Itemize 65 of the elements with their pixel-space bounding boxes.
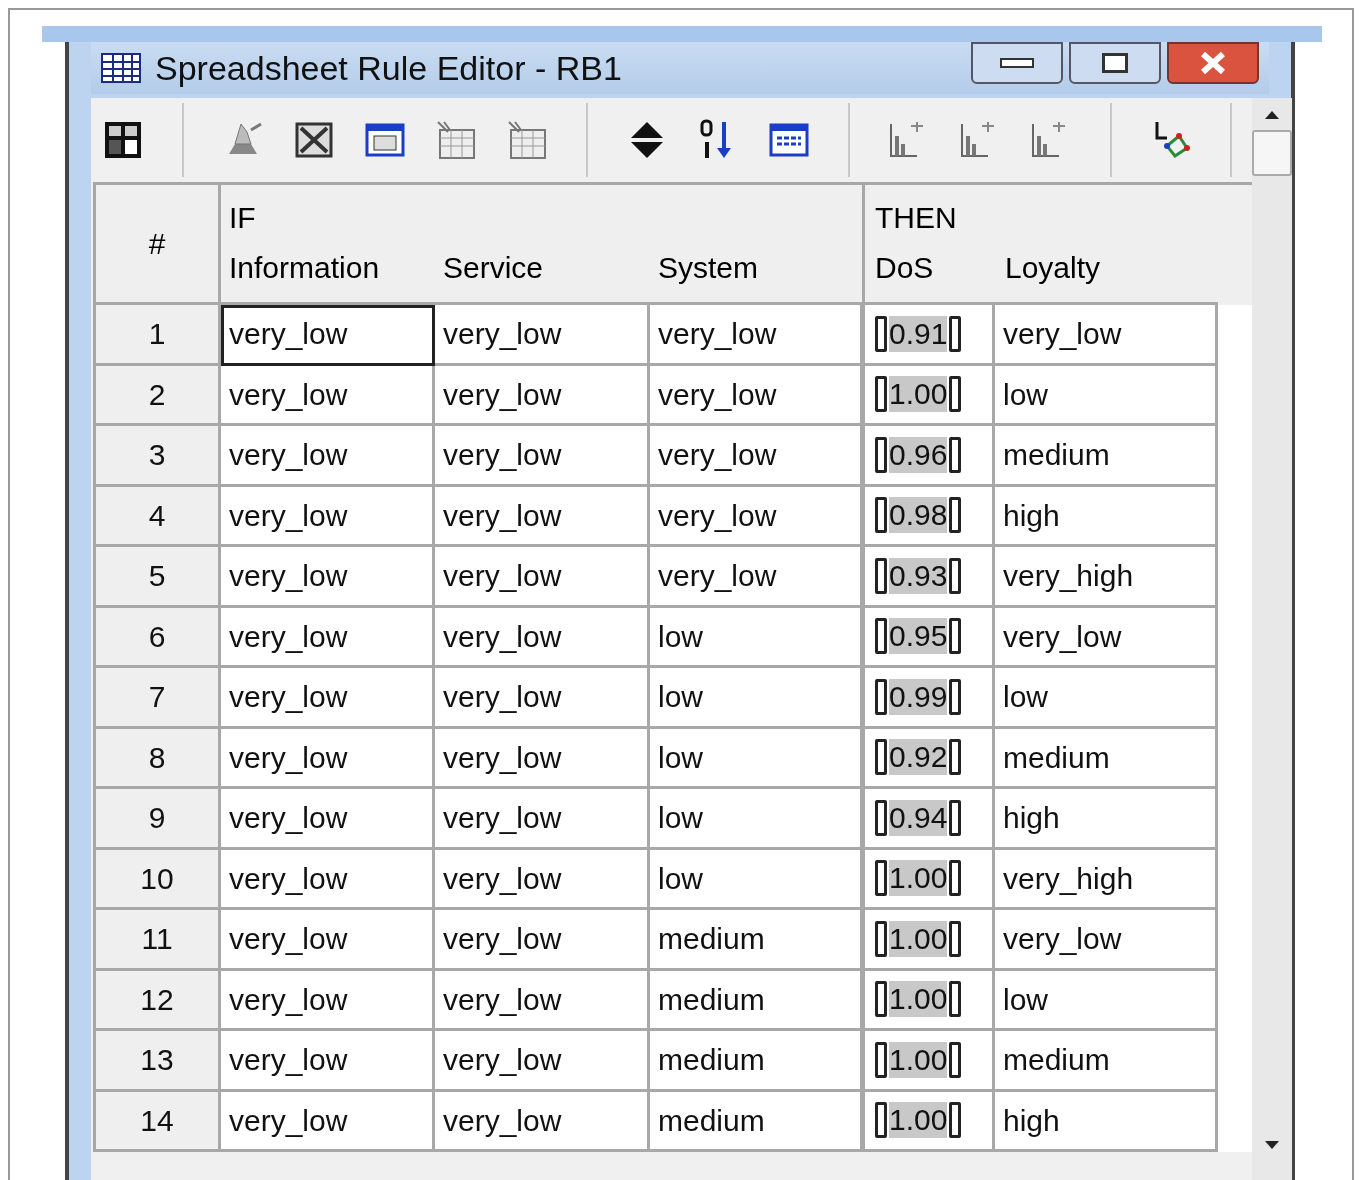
box-glyph-icon [949, 920, 962, 957]
row-number: 13 [96, 1031, 221, 1092]
dos-value[interactable]: 0.99 [889, 678, 948, 715]
row-number: 11 [96, 910, 221, 971]
box-glyph-icon [949, 799, 962, 836]
dos-value[interactable]: 1.00 [889, 920, 948, 957]
box-glyph-icon [949, 678, 962, 715]
table-cell[interactable]: very_low [221, 1091, 435, 1152]
box-glyph-icon [949, 557, 962, 594]
table-cell[interactable]: very_low [435, 1091, 650, 1152]
row-number: 2 [96, 365, 221, 426]
dos-value[interactable]: 0.91 [889, 315, 948, 352]
row-number: 12 [96, 970, 221, 1031]
dos-value[interactable]: 0.96 [889, 436, 948, 473]
box-glyph-icon [949, 618, 962, 655]
row-number: 8 [96, 728, 221, 789]
group-header: IF [228, 200, 257, 236]
table-cell[interactable]: medium [650, 1091, 865, 1152]
box-glyph-icon [949, 981, 962, 1018]
maximize-button[interactable] [1069, 42, 1161, 84]
window-title: Spreadsheet Rule Editor - RB1 [155, 47, 622, 89]
table-icon[interactable] [434, 118, 478, 162]
row-number: 10 [96, 849, 221, 910]
row-number: 5 [96, 547, 221, 608]
table-cell[interactable]: very_low [221, 305, 435, 366]
box-glyph-icon [949, 436, 962, 473]
box-glyph-icon [949, 376, 962, 413]
dos-value[interactable]: 0.94 [889, 799, 948, 836]
column-header: System [657, 250, 760, 286]
row-number: 3 [96, 426, 221, 487]
scroll-thumb[interactable] [1252, 130, 1292, 176]
row-number: 9 [96, 789, 221, 850]
minimize-button[interactable] [971, 42, 1063, 84]
row-number: 6 [96, 607, 221, 668]
column-header: # [148, 226, 166, 262]
close-button[interactable] [1167, 42, 1259, 84]
box-glyph-icon [949, 497, 962, 534]
dos-value[interactable]: 0.93 [889, 557, 948, 594]
row-number: 14 [96, 1091, 221, 1152]
dos-value[interactable]: 0.98 [889, 497, 948, 534]
table-icon[interactable] [505, 118, 549, 162]
dos-value[interactable]: 1.00 [889, 1102, 948, 1139]
column-header: Service [442, 250, 545, 286]
spreadsheet-icon [101, 53, 141, 83]
dos-value[interactable]: 0.95 [889, 618, 948, 655]
box-glyph-icon [949, 1102, 962, 1139]
dos-value[interactable]: 1.00 [889, 1041, 948, 1078]
column-header: Loyalty [1004, 250, 1102, 286]
row-number: 4 [96, 486, 221, 547]
column-header: Information [228, 250, 381, 286]
box-glyph-icon [949, 315, 962, 352]
close-icon [1198, 51, 1228, 75]
column-header: DoS [874, 250, 935, 286]
box-glyph-icon [949, 860, 962, 897]
dos-value[interactable]: 1.00 [889, 981, 948, 1018]
dos-value[interactable]: 1.00 [889, 860, 948, 897]
row-number: 1 [96, 305, 221, 366]
group-header: THEN [874, 200, 958, 236]
box-glyph-icon [949, 1041, 962, 1078]
row-number: 7 [96, 668, 221, 729]
box-glyph-icon [949, 739, 962, 776]
table-cell[interactable]: high [995, 1091, 1218, 1152]
dos-value[interactable]: 1.00 [889, 376, 948, 413]
vertical-scrollbar[interactable] [1252, 98, 1292, 1180]
dos-value[interactable]: 0.92 [889, 739, 948, 776]
